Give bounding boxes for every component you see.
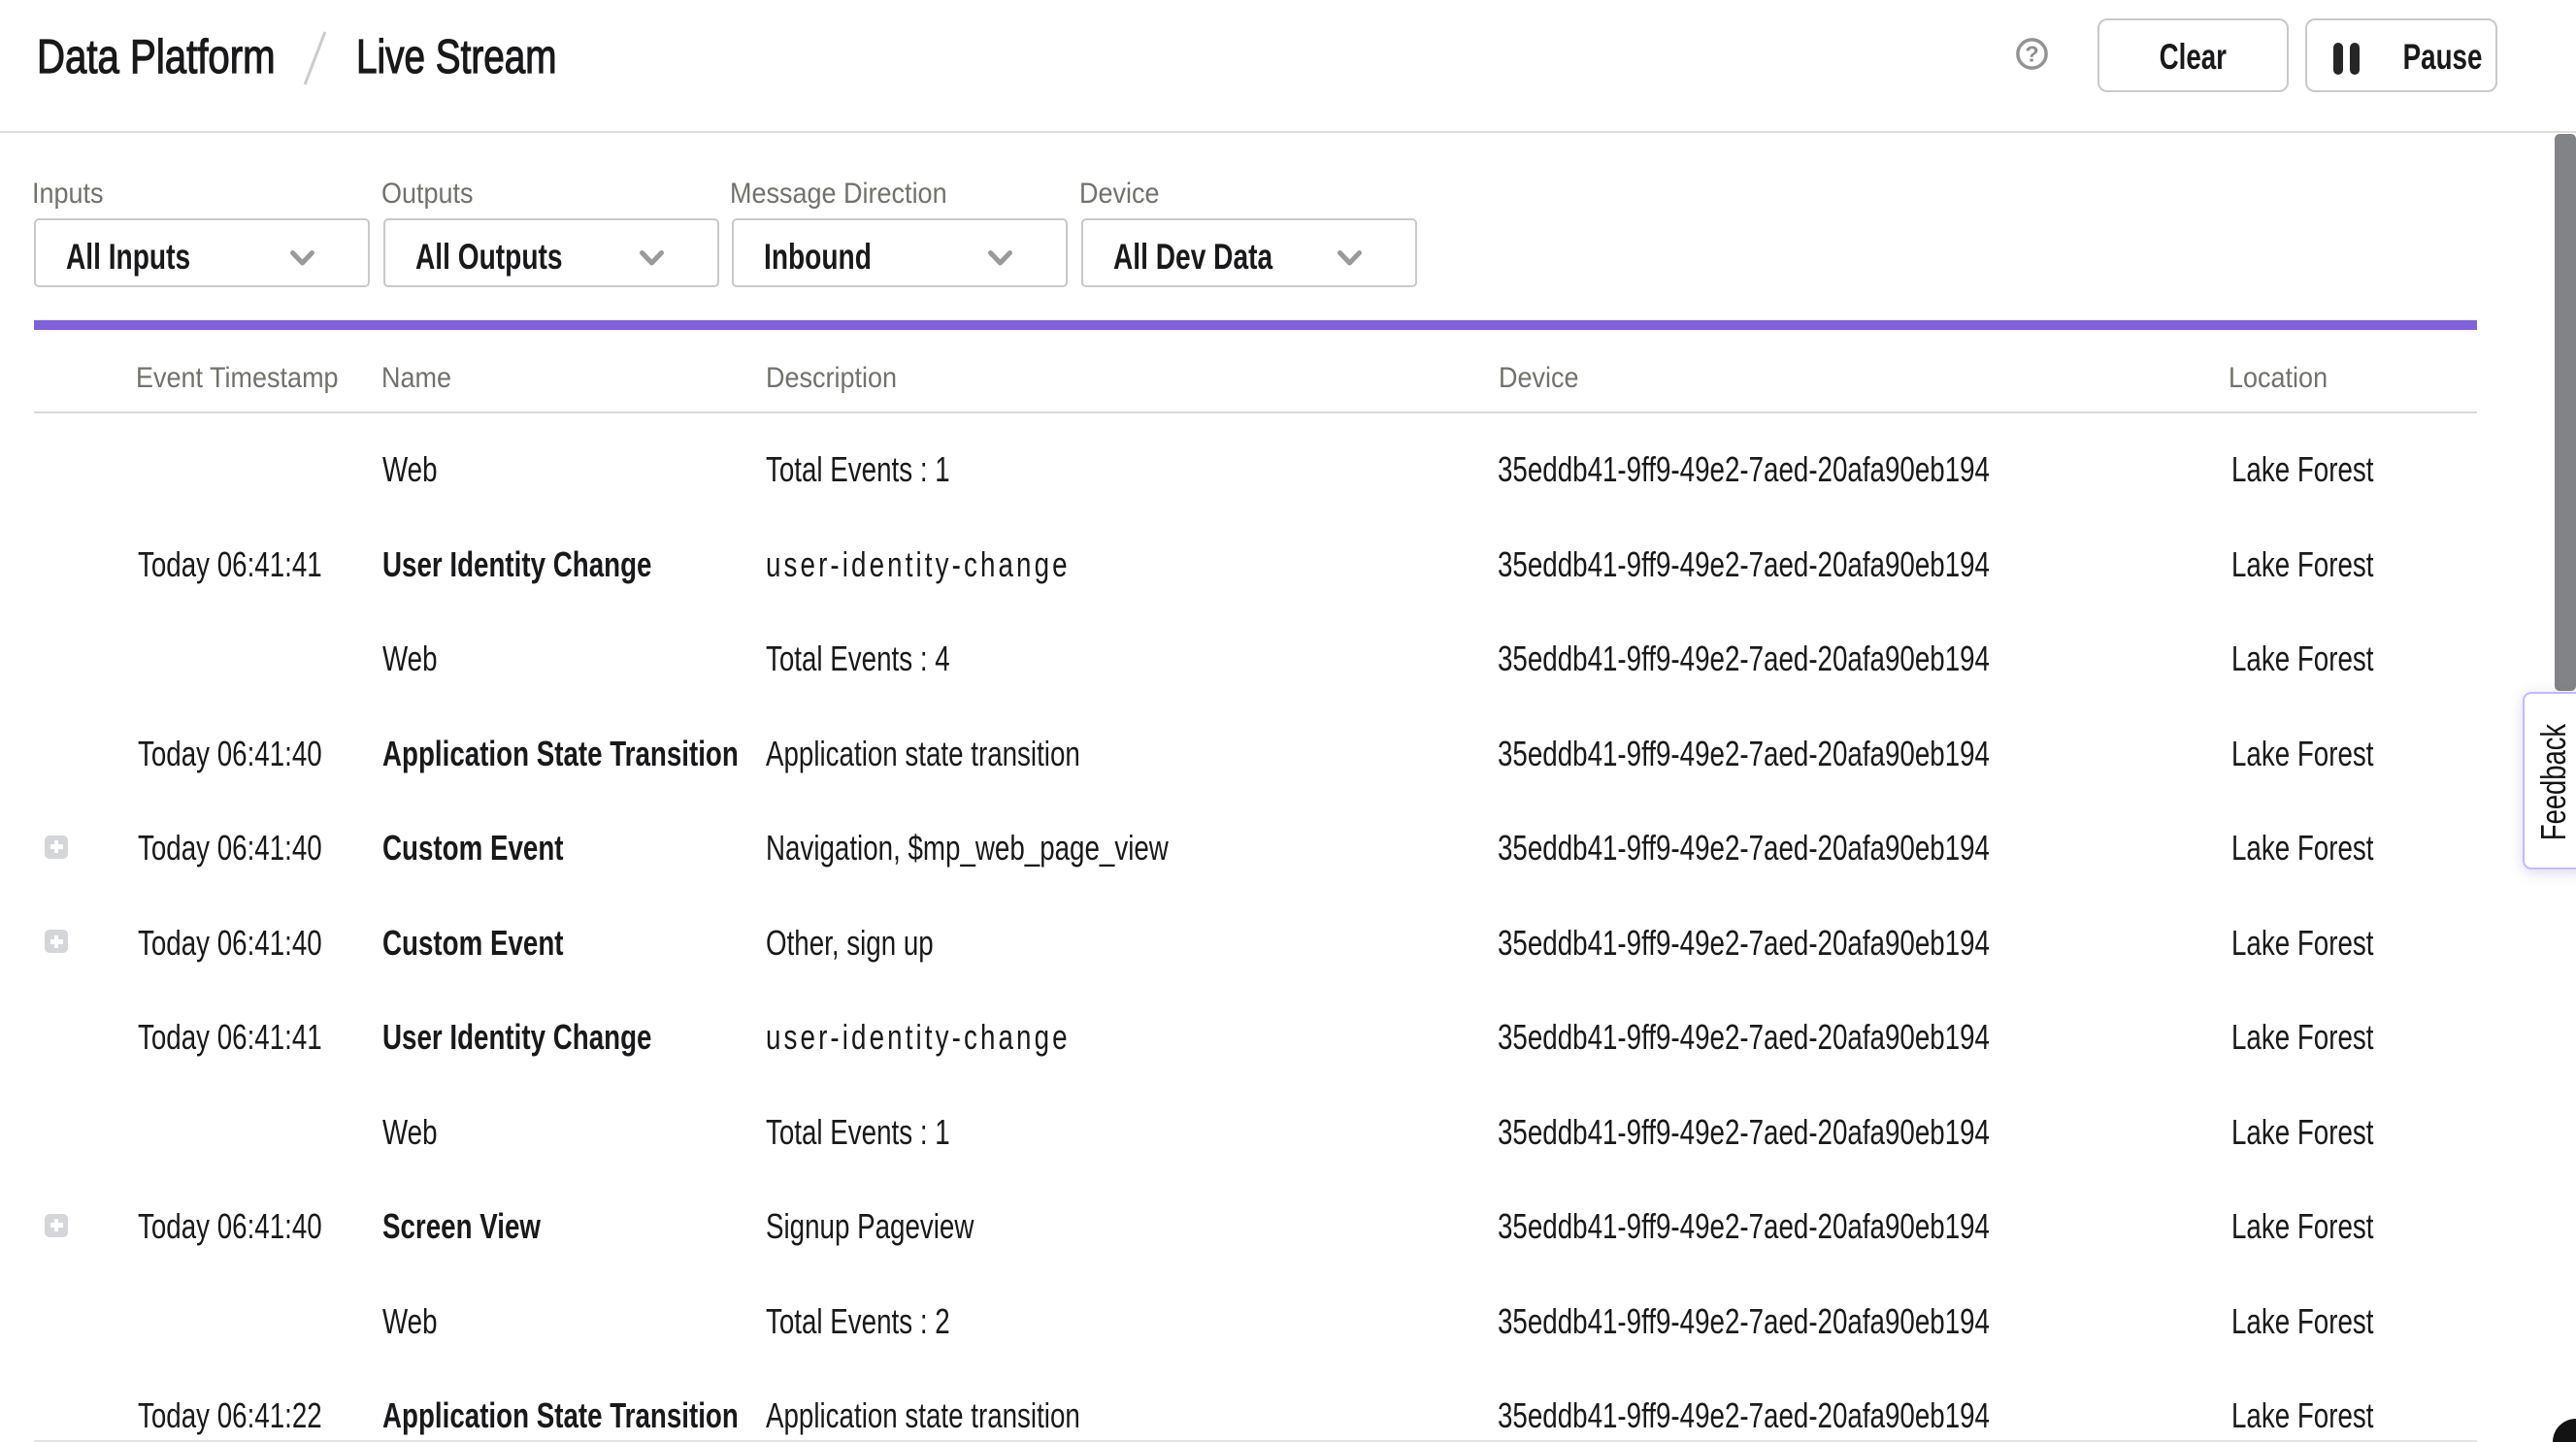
svg-text:?: ? [2025,42,2038,67]
